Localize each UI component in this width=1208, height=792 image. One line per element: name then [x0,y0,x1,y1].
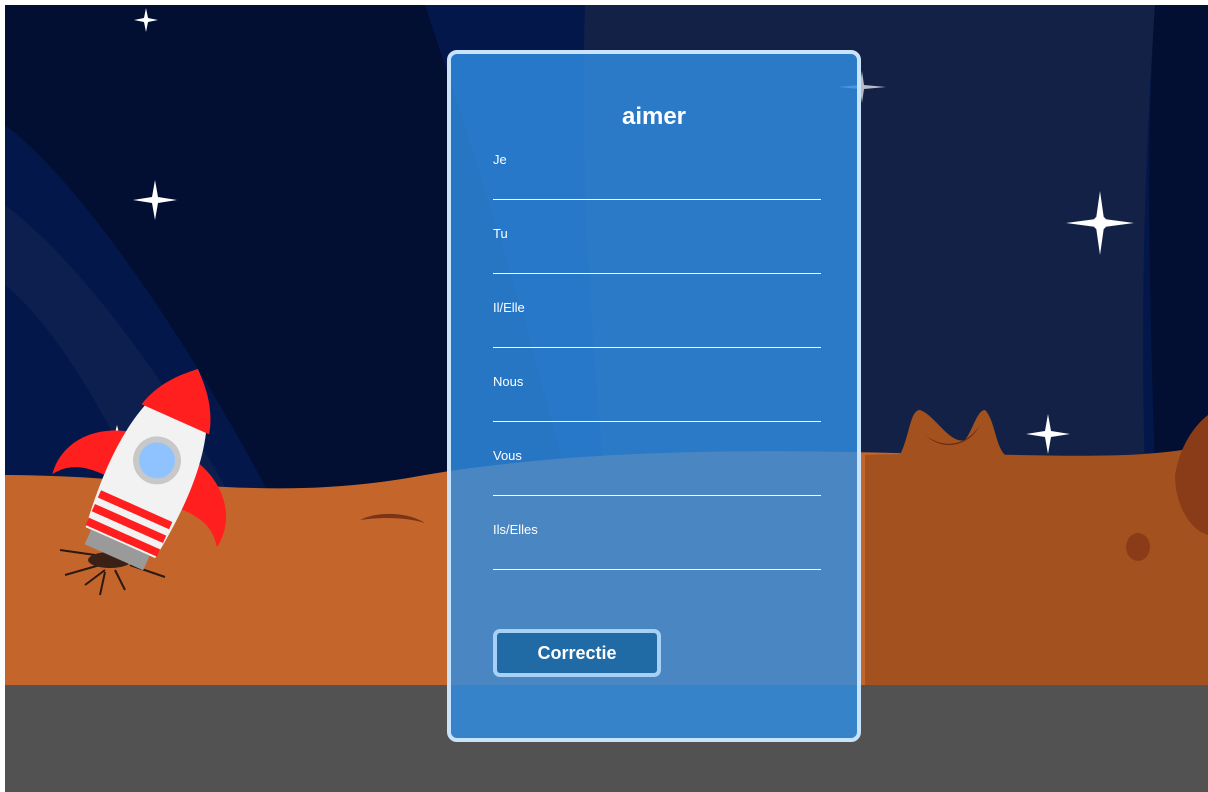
space-scene: aimer Je Tu Il/Elle Nous Vous Ils/Elles … [5,5,1208,792]
field-label: Tu [493,226,508,241]
field-vous: Vous [493,448,821,522]
field-label: Je [493,152,507,167]
ground-shadow [865,445,1208,685]
sky-edge [1149,5,1208,475]
il-elle-input[interactable] [493,318,821,348]
field-nous: Nous [493,374,821,448]
verb-title: aimer [621,103,687,130]
field-label: Ils/Elles [493,522,538,537]
field-ils-elles: Ils/Elles [493,522,821,596]
field-il-elle: Il/Elle [493,300,821,374]
field-label: Nous [493,374,524,389]
tu-input[interactable] [493,244,821,274]
vous-input[interactable] [493,466,821,496]
rock [1126,533,1150,561]
field-tu: Tu [493,226,821,300]
field-je: Je [493,152,821,226]
je-input[interactable] [493,170,821,200]
conjugation-card: aimer Je Tu Il/Elle Nous Vous Ils/Elles … [447,50,861,742]
ils-elles-input[interactable] [493,540,821,570]
field-label: Vous [493,448,522,463]
nous-input[interactable] [493,392,821,422]
correctie-button[interactable]: Correctie [493,629,661,677]
conjugation-fields: Je Tu Il/Elle Nous Vous Ils/Elles [493,152,821,596]
field-label: Il/Elle [493,300,525,315]
